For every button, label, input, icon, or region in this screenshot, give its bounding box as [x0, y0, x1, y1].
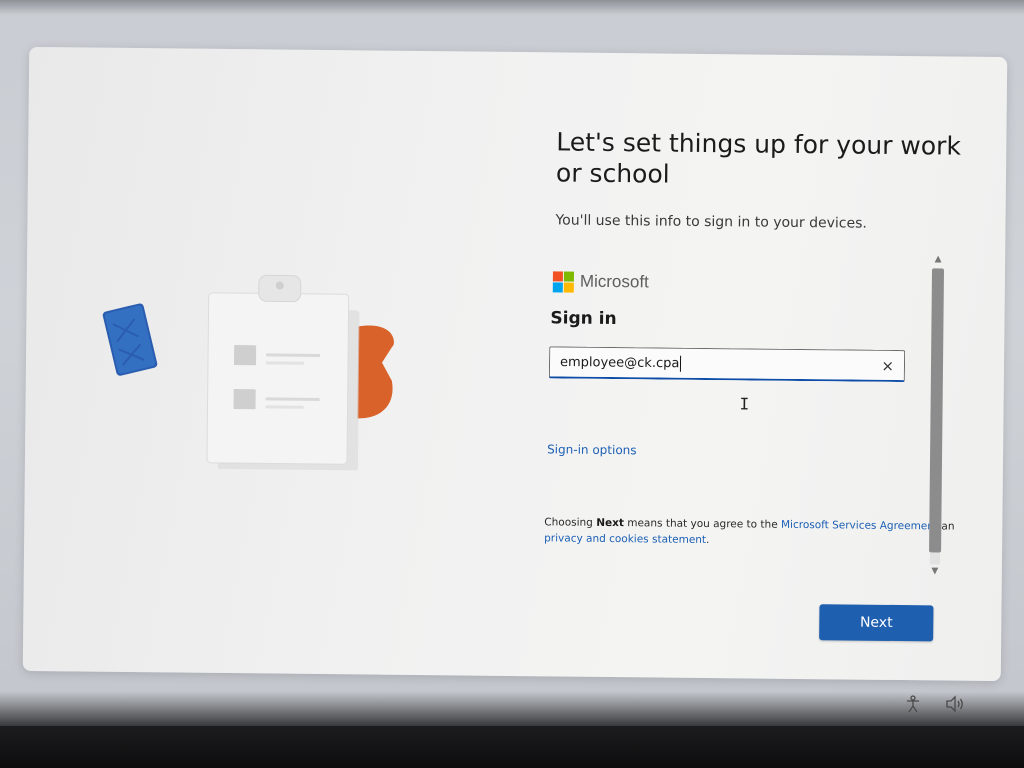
clear-input-icon[interactable]: ×	[881, 356, 894, 374]
scroll-thumb[interactable]	[929, 268, 945, 553]
speaker-icon	[946, 695, 963, 713]
text-caret	[680, 355, 682, 372]
signin-options-link[interactable]: Sign-in options	[547, 442, 637, 457]
monitor-bezel-bottom	[0, 726, 1024, 768]
email-field-value[interactable]: employee@ck.cpa	[560, 354, 882, 373]
oobe-setup-card: Let's set things up for your work or sch…	[22, 46, 1008, 682]
monitor-bezel-top	[0, 0, 1024, 14]
scroll-down-icon[interactable]: ▼	[928, 564, 942, 578]
volume-icon[interactable]	[944, 692, 966, 716]
microsoft-brand: Microsoft	[552, 270, 649, 293]
accessibility-icon[interactable]	[902, 692, 924, 716]
page-title: Let's set things up for your work or sch…	[555, 127, 962, 189]
clipboard-illustration	[102, 274, 394, 471]
brand-name: Microsoft	[579, 271, 649, 292]
microsoft-logo-icon	[552, 270, 574, 293]
privacy-statement-link[interactable]: privacy and cookies statement	[544, 532, 706, 546]
scroll-up-icon[interactable]: ▲	[931, 252, 945, 266]
services-agreement-link[interactable]: Microsoft Services Agreement	[781, 519, 938, 533]
signin-heading: Sign in	[550, 308, 617, 330]
page-subtitle: You'll use this info to sign in to your …	[555, 212, 867, 232]
mouse-ibeam-cursor-icon: I	[739, 394, 750, 414]
next-button[interactable]: Next	[819, 604, 934, 642]
accessibility-person-icon	[907, 695, 919, 713]
email-input[interactable]: employee@ck.cpa ×	[548, 346, 906, 383]
legal-notice: Choosing Next means that you agree to th…	[544, 516, 955, 547]
signin-pane: Let's set things up for your work or sch…	[544, 126, 961, 650]
